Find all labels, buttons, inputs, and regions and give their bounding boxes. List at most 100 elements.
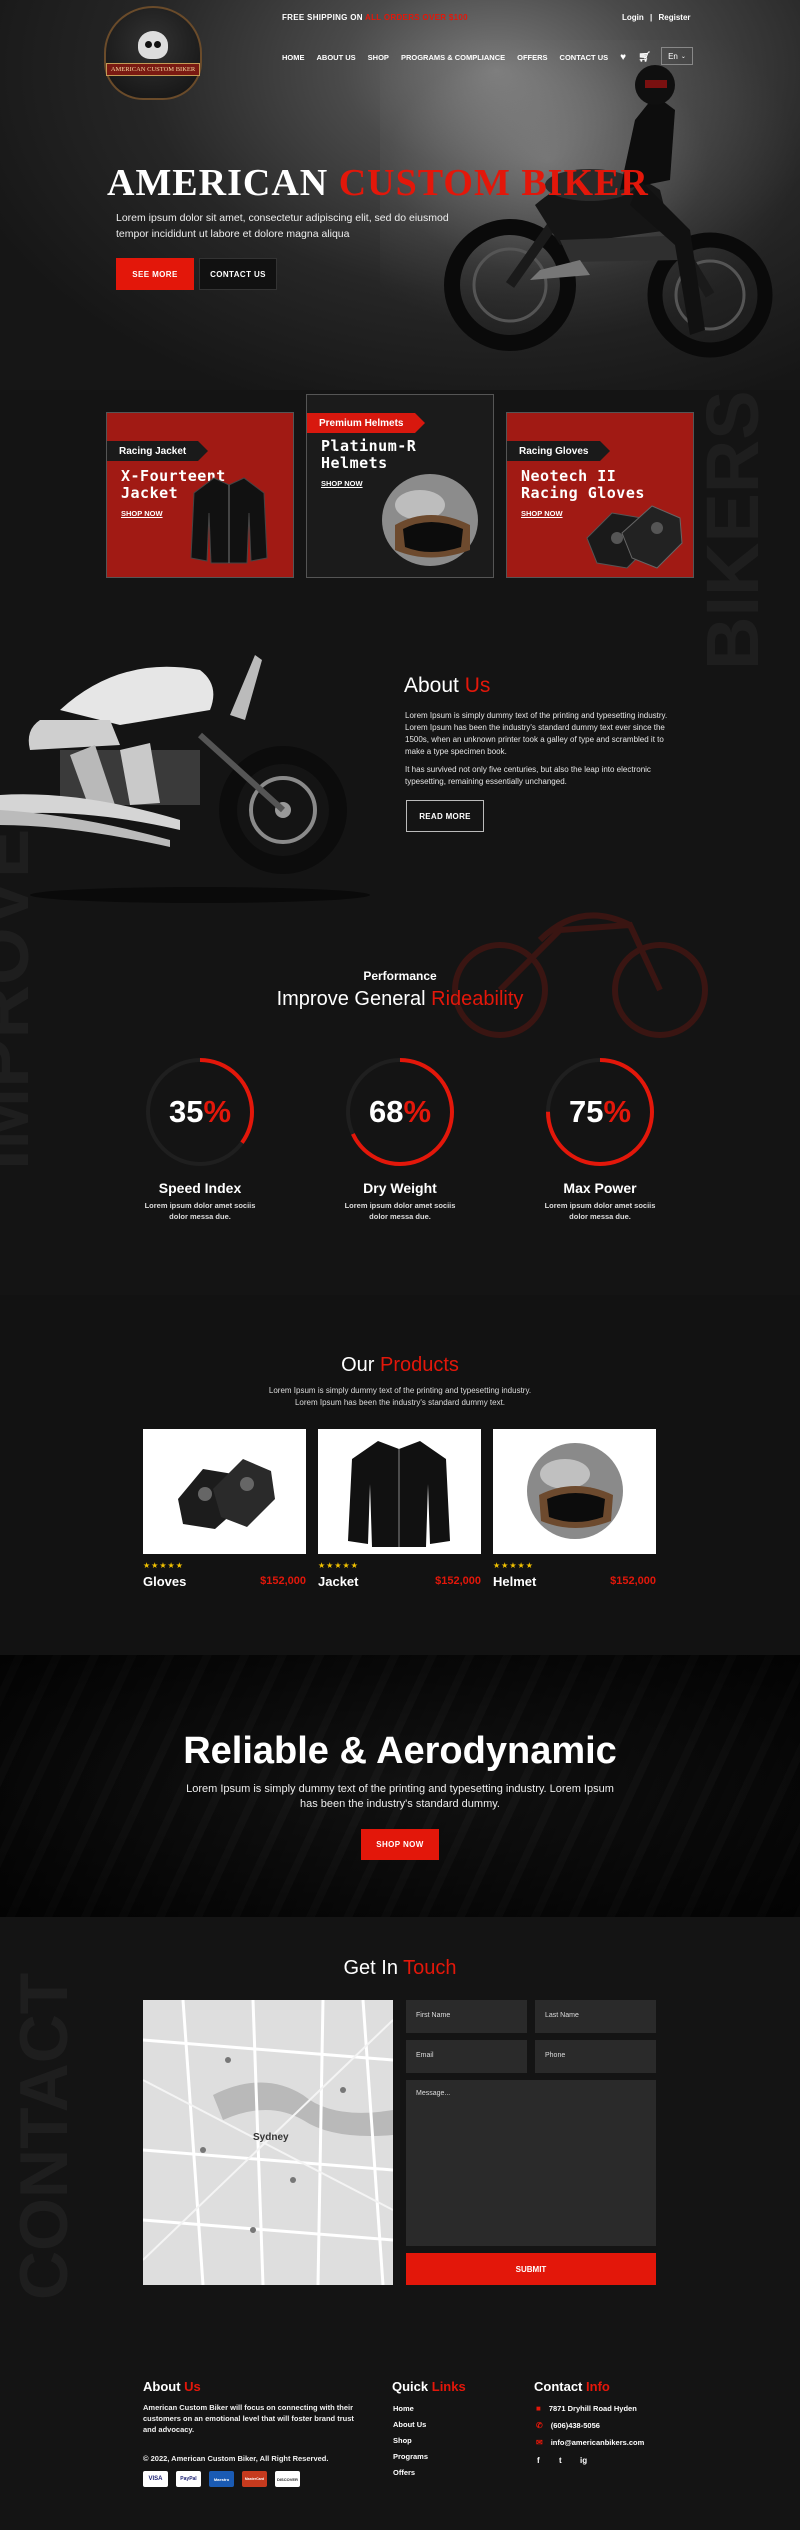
- nav-offers[interactable]: OFFERS: [517, 53, 547, 62]
- category-card-helmets[interactable]: Premium Helmets Platinum-R Helmets SHOP …: [306, 394, 494, 578]
- instagram-icon[interactable]: ig: [580, 2456, 587, 2465]
- last-name-field[interactable]: Last Name: [535, 2000, 656, 2033]
- shop-now-button[interactable]: SHOP NOW: [361, 1829, 439, 1860]
- maestro-icon: Maestro: [209, 2471, 234, 2487]
- map-pin-icon: ■: [536, 2404, 541, 2413]
- login-link[interactable]: Login: [622, 13, 644, 22]
- footer-link-programs[interactable]: Programs: [393, 2452, 428, 2461]
- footer-link-about-us[interactable]: About Us: [393, 2420, 426, 2429]
- product-name[interactable]: Jacket: [318, 1574, 358, 1589]
- category-card-gloves[interactable]: Racing Gloves Neotech II Racing Gloves S…: [506, 412, 694, 578]
- first-name-field[interactable]: First Name: [406, 2000, 527, 2033]
- footer-phone[interactable]: ✆ (606)438-5056: [536, 2421, 600, 2430]
- products-title: Our Products: [0, 1354, 800, 1377]
- banner-title: Reliable & Aerodynamic: [183, 1730, 617, 1772]
- shop-now-link[interactable]: SHOP NOW: [121, 509, 163, 518]
- footer-link-offers[interactable]: Offers: [393, 2468, 415, 2477]
- bikers-watermark: BIKERS: [690, 390, 775, 670]
- footer-links-white: Quick: [392, 2379, 429, 2394]
- gauge-value: 68%: [340, 1052, 460, 1172]
- read-more-button[interactable]: READ MORE: [406, 800, 484, 832]
- submit-button[interactable]: SUBMIT: [406, 2253, 656, 2285]
- motorcycle-outline-decoration: [452, 912, 708, 1038]
- email-field[interactable]: Email: [406, 2040, 527, 2073]
- products-title-white: Our: [341, 1354, 375, 1376]
- gloves-image: [178, 1459, 275, 1529]
- product-price: $152,000: [610, 1575, 656, 1587]
- copyright: © 2022, American Custom Biker, All Right…: [143, 2454, 329, 2463]
- nav-home[interactable]: HOME: [282, 53, 305, 62]
- phone-text: (606)438-5056: [550, 2421, 600, 2430]
- twitter-icon[interactable]: t: [559, 2456, 562, 2465]
- rating-stars: ★★★★★: [143, 1561, 184, 1570]
- racing-gloves-image: [586, 505, 683, 569]
- gauge-suffix: %: [603, 1094, 632, 1129]
- category-card-jacket[interactable]: Racing Jacket X-Fourteent Jacket SHOP NO…: [106, 412, 294, 578]
- category-tag: Premium Helmets: [307, 413, 427, 433]
- performance-kicker: Performance: [363, 969, 437, 983]
- product-card-gloves[interactable]: [143, 1429, 306, 1554]
- gauge-number: 75: [568, 1094, 604, 1129]
- wishlist-heart-icon[interactable]: ♥: [620, 52, 626, 63]
- nav-about-us[interactable]: ABOUT US: [317, 53, 356, 62]
- gauge-max-power: 75%: [540, 1052, 660, 1172]
- footer-email[interactable]: ✉ info@americanbikers.com: [536, 2438, 644, 2447]
- shipping-notice: FREE SHIPPING ON ALL ORDERS OVER $100: [282, 13, 468, 22]
- contact-title: Get In Touch: [0, 1957, 800, 1980]
- stat-description: Lorem ipsum dolor amet sociis dolor messa…: [300, 1200, 500, 1222]
- gauge-number: 35: [168, 1094, 204, 1129]
- stat-title: Dry Weight: [363, 1180, 437, 1196]
- product-name[interactable]: Gloves: [143, 1574, 186, 1589]
- main-nav: HOME ABOUT US SHOP PROGRAMS & COMPLIANCE…: [282, 52, 651, 63]
- rating-stars: ★★★★★: [318, 1561, 359, 1570]
- footer-link-home[interactable]: Home: [393, 2404, 414, 2413]
- email-text: info@americanbikers.com: [550, 2438, 645, 2447]
- category-tag: Racing Jacket: [107, 441, 209, 461]
- products-desc-line2: Lorem Ipsum has been the industry's stan…: [294, 1398, 506, 1407]
- footer-contact-red: Info: [586, 2379, 610, 2394]
- shop-now-link[interactable]: SHOP NOW: [521, 509, 563, 518]
- footer-link-shop[interactable]: Shop: [393, 2436, 412, 2445]
- footer-about-red: Us: [184, 2379, 201, 2394]
- phone-field[interactable]: Phone: [535, 2040, 656, 2073]
- register-link[interactable]: Register: [659, 13, 691, 22]
- product-price: $152,000: [260, 1575, 306, 1587]
- contact-title-red: Touch: [403, 1957, 457, 1979]
- stat-description: Lorem ipsum dolor amet sociis dolor messa…: [100, 1200, 300, 1222]
- cart-icon[interactable]: 🛒︎: [638, 52, 651, 63]
- discover-icon: DISCOVER: [275, 2471, 300, 2487]
- brand-logo[interactable]: AMERICAN CUSTOM BIKER: [104, 6, 202, 100]
- product-name[interactable]: Helmet: [493, 1574, 536, 1589]
- location-map[interactable]: Sydney: [143, 2000, 393, 2285]
- message-field[interactable]: Message...: [406, 2080, 656, 2246]
- about-motorcycle-image: [0, 655, 370, 903]
- product-card-jacket[interactable]: [318, 1429, 481, 1554]
- footer-about-text: American Custom Biker will focus on conn…: [143, 2403, 354, 2434]
- gauge-value: 35%: [140, 1052, 260, 1172]
- nav-shop[interactable]: SHOP: [368, 53, 389, 62]
- chevron-down-icon: ⌄: [680, 53, 686, 60]
- nav-contact-us[interactable]: CONTACT US: [560, 53, 609, 62]
- contact-us-button[interactable]: CONTACT US: [199, 258, 277, 290]
- product-card-helmet[interactable]: [493, 1429, 656, 1554]
- stat-desc-line2: dolor messa due.: [569, 1212, 631, 1221]
- account-links: Login | Register: [622, 13, 691, 22]
- footer-contact-white: Contact: [534, 2379, 583, 2394]
- banner-description: Lorem Ipsum is simply dummy text of the …: [186, 1783, 614, 1810]
- stat-desc-line1: Lorem ipsum dolor amet sociis: [544, 1201, 656, 1210]
- see-more-button[interactable]: SEE MORE: [116, 258, 194, 290]
- shop-now-link[interactable]: SHOP NOW: [321, 479, 363, 488]
- gauge-speed-index: 35%: [140, 1052, 260, 1172]
- gauge-value: 75%: [540, 1052, 660, 1172]
- category-name: Neotech II Racing Gloves: [521, 468, 645, 502]
- nav-programs-compliance[interactable]: PROGRAMS & COMPLIANCE: [401, 53, 505, 62]
- facebook-icon[interactable]: f: [537, 2456, 540, 2465]
- phone-icon: ✆: [536, 2421, 543, 2430]
- skull-icon: [138, 30, 168, 59]
- about-paragraph-2: It has survived not only five centuries,…: [405, 765, 651, 786]
- language-select[interactable]: En ⌄: [661, 47, 693, 65]
- about-paragraph-1: Lorem Ipsum is simply dummy text of the …: [405, 711, 668, 756]
- hero-title-white: AMERICAN: [107, 162, 329, 204]
- gauge-dry-weight: 68%: [340, 1052, 460, 1172]
- contact-title-white: Get In: [343, 1957, 398, 1979]
